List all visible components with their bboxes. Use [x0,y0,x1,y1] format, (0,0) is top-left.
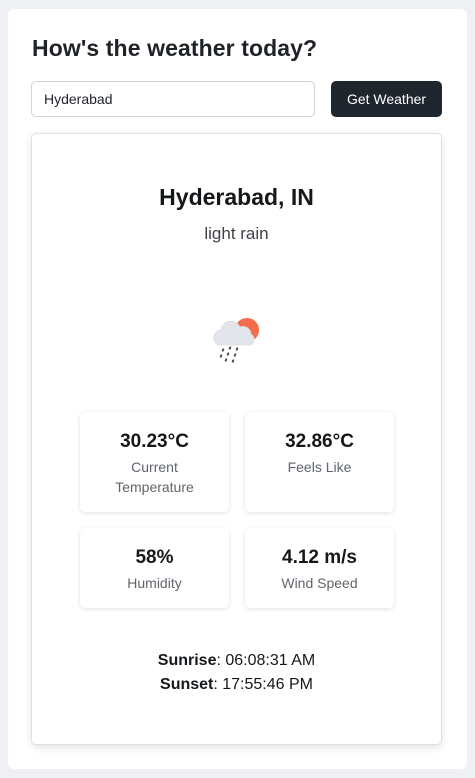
humidity-value: 58% [135,547,174,568]
humidity-label: Humidity [127,575,182,591]
wind-speed-value: 4.12 m/s [282,547,357,568]
sun-times: Sunrise: 06:08:31 AM Sunset: 17:55:46 PM [32,649,441,697]
get-weather-button[interactable]: Get Weather [331,81,442,117]
sunset-time: : 17:55:46 PM [213,676,313,693]
sunset-label: Sunset [160,676,214,693]
temperature-value: 30.23°C [120,431,189,452]
weather-panel: How's the weather today? Get Weather Hyd… [8,9,467,769]
sunrise-label: Sunrise [157,652,217,669]
feels-like-label: Feels Like [287,459,352,475]
location-name: Hyderabad, IN [159,184,314,210]
stat-card-wind-speed: 4.12 m/s Wind Speed [245,528,394,608]
weather-condition: light rain [204,224,269,243]
feels-like-value: 32.86°C [285,431,354,452]
sunrise-time: : 06:08:31 AM [216,652,316,669]
sunset-line: Sunset: 17:55:46 PM [32,673,441,697]
weather-card: Hyderabad, IN light rain 30.23°C Current… [31,133,442,745]
stat-card-feels-like: 32.86°C Feels Like [245,412,394,512]
temperature-label: Current Temperature [115,459,194,495]
wind-speed-label: Wind Speed [281,575,358,591]
page-title: How's the weather today? [32,35,318,61]
city-search-input[interactable] [31,81,315,117]
sunrise-line: Sunrise: 06:08:31 AM [32,649,441,673]
stat-card-humidity: 58% Humidity [80,528,229,608]
cloud-rain-sun-icon [213,318,259,363]
stat-card-temperature: 30.23°C Current Temperature [80,412,229,512]
